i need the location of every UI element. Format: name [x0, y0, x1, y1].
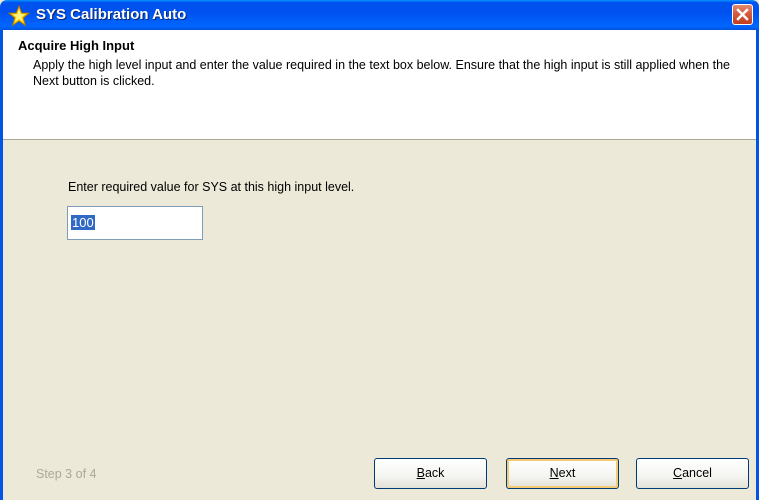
title-bar[interactable]: SYS Calibration Auto [0, 0, 759, 30]
back-button[interactable]: Back [374, 458, 487, 489]
page-title: Acquire High Input [18, 38, 135, 53]
next-button-label: ext [558, 466, 576, 480]
value-input[interactable]: 100 [67, 206, 203, 240]
next-button-mnemonic: N [549, 466, 559, 480]
back-button-mnemonic: B [416, 466, 425, 480]
cancel-button-mnemonic: C [673, 466, 683, 480]
step-indicator: Step 3 of 4 [36, 467, 97, 481]
close-button[interactable] [732, 4, 753, 25]
cancel-button-label: ancel [682, 466, 712, 480]
star-icon [7, 4, 31, 27]
back-button-label: ack [424, 466, 445, 480]
next-button[interactable]: Next [506, 458, 619, 489]
window-title: SYS Calibration Auto [36, 6, 187, 23]
cancel-button[interactable]: Cancel [636, 458, 749, 489]
page-description: Apply the high level input and enter the… [33, 58, 730, 88]
value-prompt-label: Enter required value for SYS at this hig… [68, 180, 355, 194]
wizard-window: SYS Calibration Auto Acquire High Input … [0, 0, 759, 500]
value-input-text: 100 [71, 215, 95, 230]
